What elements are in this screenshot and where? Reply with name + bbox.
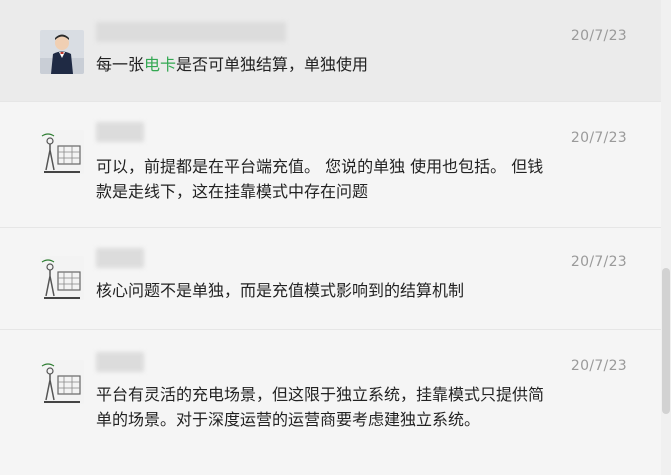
sender-name-blurred — [96, 22, 286, 42]
message-list[interactable]: 20/7/23 每一张电卡是否可单独结算，单独使用 20/7/23 可以，前提都… — [0, 0, 661, 475]
message-time: 20/7/23 — [570, 130, 627, 146]
sender-name-blurred — [96, 248, 144, 268]
message-item[interactable]: 20/7/23 可以，前提都是在平台端充值。 您说的单独 使用也包括。 但钱款是… — [0, 102, 661, 228]
message-item[interactable]: 20/7/23 平台有灵活的充电场景，但这限于独立系统，挂靠模式只提供简单的场景… — [0, 330, 661, 475]
message-text: 每一张电卡是否可单独结算，单独使用 — [96, 52, 546, 77]
message-text: 平台有灵活的充电场景，但这限于独立系统，挂靠模式只提供简单的场景。对于深度运营的… — [96, 385, 545, 429]
sketch-avatar-icon[interactable] — [40, 130, 84, 174]
message-time: 20/7/23 — [570, 254, 627, 270]
message-time: 20/7/23 — [570, 358, 627, 374]
message-item[interactable]: 20/7/23 核心问题不是单独，而是充值模式影响到的结算机制 — [0, 228, 661, 330]
message-item[interactable]: 20/7/23 每一张电卡是否可单独结算，单独使用 — [0, 0, 661, 102]
text-segment: 是否可单独结算，单独使用 — [176, 55, 369, 74]
child-avatar-icon[interactable] — [40, 30, 84, 74]
message-text: 可以，前提都是在平台端充值。 您说的单独 使用也包括。 但钱款是走线下，这在挂靠… — [96, 157, 544, 201]
sender-name-blurred — [96, 122, 144, 142]
sketch-avatar-icon[interactable] — [40, 360, 84, 404]
text-segment: 每一张 — [96, 55, 145, 74]
message-text: 核心问题不是单独，而是充值模式影响到的结算机制 — [96, 281, 465, 300]
scrollbar-thumb[interactable] — [662, 268, 670, 414]
sketch-avatar-icon[interactable] — [40, 256, 84, 300]
vertical-scrollbar[interactable] — [661, 0, 671, 475]
highlight-keyword[interactable]: 电卡 — [144, 55, 176, 74]
message-time: 20/7/23 — [570, 28, 627, 44]
sender-name-blurred — [96, 352, 144, 372]
